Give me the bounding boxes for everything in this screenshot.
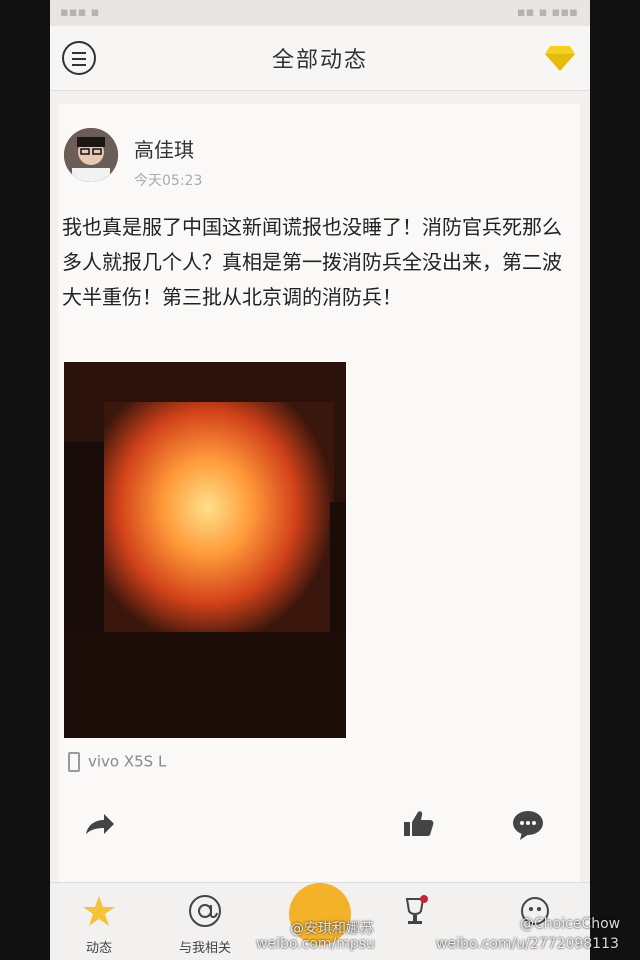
share-icon xyxy=(86,814,114,834)
comment-icon xyxy=(513,811,543,840)
like-button[interactable] xyxy=(388,804,448,846)
status-bar: ▪▪▪ ▪ ▪▪ ▪ ▪▪▪ xyxy=(50,0,590,26)
thumbs-up-icon xyxy=(404,811,434,836)
page-title: 全部动态 xyxy=(271,48,368,73)
status-right: ▪▪ ▪ ▪▪▪ xyxy=(516,5,578,20)
comment-button[interactable] xyxy=(498,804,558,846)
phone-icon xyxy=(68,752,80,772)
watermark-url-2: weibo.com/u/2772098113 xyxy=(436,936,619,952)
star-icon xyxy=(83,896,115,926)
device-info: vivo X5S L xyxy=(68,752,166,772)
tab-mentions-label: 与我相关 xyxy=(178,941,231,956)
app-screen: ▪▪▪ ▪ ▪▪ ▪ ▪▪▪ 全部动态 高佳琪 今天05:23 我也真是服了中国… xyxy=(50,0,590,960)
watermark-handle-1: @安琪和娜苏 xyxy=(290,921,374,937)
at-icon xyxy=(189,895,221,927)
post-username[interactable]: 高佳琪 xyxy=(134,134,194,163)
avatar[interactable] xyxy=(64,128,118,182)
header: 全部动态 xyxy=(50,26,590,91)
post-card: 高佳琪 今天05:23 我也真是服了中国这新闻谎报也没睡了！消防官兵死那么多人就… xyxy=(58,104,580,884)
post-photo[interactable] xyxy=(64,362,346,738)
status-left: ▪▪▪ ▪ xyxy=(60,5,100,20)
watermark-url-1: weibo.com/mpsu xyxy=(256,936,375,952)
trophy-icon xyxy=(405,895,428,924)
tab-dynamic-label: 动态 xyxy=(85,941,112,956)
watermark-handle-2: @ChoiceChow xyxy=(520,916,621,932)
post-timestamp: 今天05:23 xyxy=(134,173,203,189)
post-text: 我也真是服了中国这新闻谎报也没睡了！消防官兵死那么多人就报几个人？真相是第一拨消… xyxy=(62,215,562,309)
gem-icon[interactable] xyxy=(544,44,576,72)
tab-mentions[interactable]: 与我相关 xyxy=(160,889,250,959)
tab-dynamic[interactable]: 动态 xyxy=(54,889,144,959)
device-label: vivo X5S L xyxy=(88,752,167,771)
share-button[interactable] xyxy=(68,804,128,846)
